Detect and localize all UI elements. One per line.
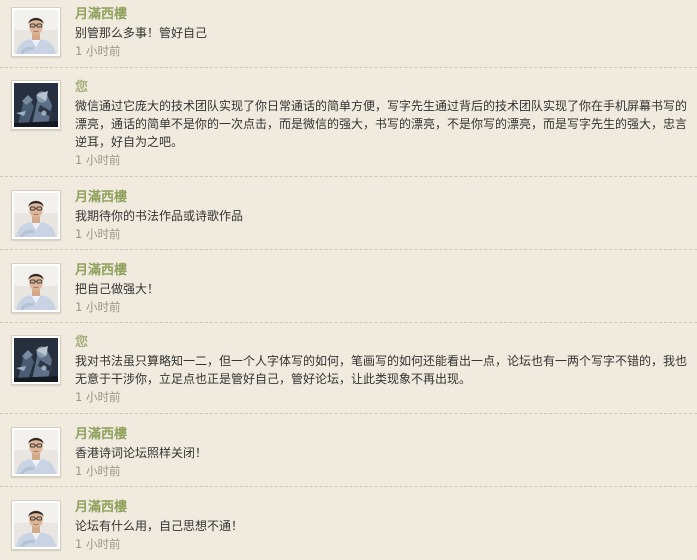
message-item: 您 微信通过它庞大的技术团队实现了你日常通话的简单方便，写字先生通过背后的技术团…: [0, 73, 697, 177]
avatar[interactable]: [11, 427, 61, 477]
message-item: 月滿西樓 把自己做强大！ 1 小时前: [0, 256, 697, 323]
author-name[interactable]: 月滿西樓: [75, 189, 689, 206]
message-text: 论坛有什么用，自己思想不通！: [75, 519, 244, 533]
message-item: 月滿西樓 我期待你的书法作品或诗歌作品 1 小时前: [0, 183, 697, 250]
man-portrait-avatar-icon: [14, 503, 58, 547]
message-timestamp: 1 小时前: [75, 44, 121, 58]
avatar[interactable]: [11, 263, 61, 313]
message-item: 月滿西樓 香港诗词论坛照样关闭！ 1 小时前: [0, 420, 697, 487]
avatar[interactable]: [11, 7, 61, 57]
avatar[interactable]: [11, 500, 61, 550]
author-name[interactable]: 月滿西樓: [75, 426, 689, 443]
message-timestamp: 1 小时前: [75, 537, 121, 551]
author-name[interactable]: 月滿西樓: [75, 262, 689, 279]
avatar[interactable]: [11, 190, 61, 240]
message-text: 别管那么多事！管好自己: [75, 26, 208, 40]
avatar[interactable]: [11, 335, 61, 385]
avatar[interactable]: [11, 80, 61, 130]
man-portrait-avatar-icon: [14, 266, 58, 310]
message-timestamp: 1 小时前: [75, 464, 121, 478]
author-name[interactable]: 您: [75, 334, 689, 351]
author-name[interactable]: 您: [75, 79, 689, 96]
author-name[interactable]: 月滿西樓: [75, 6, 689, 23]
message-item: 月滿西樓 别管那么多事！管好自己 1 小时前: [0, 0, 697, 68]
author-name[interactable]: 月滿西樓: [75, 499, 689, 516]
message-text: 我期待你的书法作品或诗歌作品: [75, 209, 244, 223]
message-item: 月滿西樓 论坛有什么用，自己思想不通！ 1 小时前: [0, 493, 697, 560]
game-character-avatar-icon: [14, 338, 58, 382]
message-item: 您 我对书法虽只算略知一二，但一个人字体写的如何，笔画写的如何还能看出一点，论坛…: [0, 328, 697, 414]
message-timestamp: 1 小时前: [75, 227, 121, 241]
man-portrait-avatar-icon: [14, 193, 58, 237]
message-thread: 月滿西樓 别管那么多事！管好自己 1 小时前 您 微信通过它庞大的技术团队实现了…: [0, 0, 697, 560]
message-text: 香港诗词论坛照样关闭！: [75, 446, 208, 460]
message-text: 微信通过它庞大的技术团队实现了你日常通话的简单方便，写字先生通过背后的技术团队实…: [75, 99, 688, 149]
game-character-avatar-icon: [14, 83, 58, 127]
message-timestamp: 1 小时前: [75, 153, 121, 167]
message-text: 把自己做强大！: [75, 282, 160, 296]
message-timestamp: 1 小时前: [75, 300, 121, 314]
message-timestamp: 1 小时前: [75, 390, 121, 404]
man-portrait-avatar-icon: [14, 10, 58, 54]
man-portrait-avatar-icon: [14, 430, 58, 474]
message-text: 我对书法虽只算略知一二，但一个人字体写的如何，笔画写的如何还能看出一点，论坛也有…: [75, 354, 688, 386]
